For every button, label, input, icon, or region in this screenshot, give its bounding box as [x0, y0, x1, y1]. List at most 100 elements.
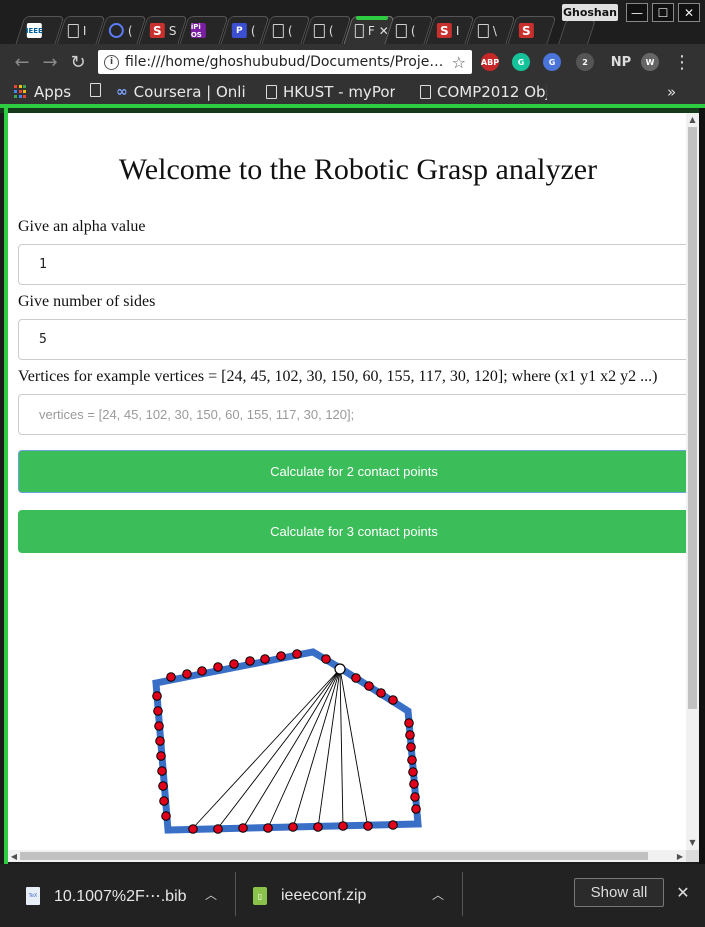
scroll-right-arrow-icon[interactable]: ▶: [674, 850, 686, 862]
horizontal-scroll-thumb[interactable]: [20, 852, 648, 860]
contact-point: [406, 742, 416, 752]
bookmark-coursera[interactable]: ∞ Coursera | Onlin: [116, 83, 246, 101]
contact-point: [409, 779, 419, 789]
bookmark-star-icon[interactable]: ☆: [452, 53, 472, 72]
contact-point: [363, 821, 373, 831]
grasp-line: [192, 668, 341, 829]
bookmark-comp2012[interactable]: COMP2012 Obje: [420, 83, 547, 101]
grasp-apex-point: [334, 663, 346, 675]
bookmark-label: Coursera | Onlin: [133, 83, 246, 101]
download-item-bib[interactable]: TeX 10.1007%2F⋯.bib: [26, 876, 187, 916]
tab-title: (: [410, 23, 416, 38]
vertical-scrollbar[interactable]: ▲ ▼: [686, 113, 699, 850]
round-logo-icon: [108, 23, 124, 38]
contact-point: [405, 730, 415, 740]
scroll-up-arrow-icon[interactable]: ▲: [686, 113, 699, 125]
grammarly-extension-icon[interactable]: G: [512, 53, 530, 71]
contact-point: [292, 649, 302, 659]
ieee-icon: IEEE: [26, 23, 43, 38]
browser-menu-icon[interactable]: ⋮: [672, 52, 692, 73]
close-shelf-icon[interactable]: ✕: [674, 882, 692, 902]
download-separator: [235, 872, 236, 916]
forward-arrow-icon[interactable]: →: [40, 52, 60, 73]
scroll-left-arrow-icon[interactable]: ◀: [8, 850, 20, 862]
download-filename: ieeeconf.zip: [281, 887, 367, 904]
apps-grid-icon: [14, 85, 28, 99]
contact-point: [159, 796, 169, 806]
address-bar[interactable]: i file:///home/ghoshububud/Documents/Pro…: [98, 50, 472, 74]
document-icon: [313, 23, 325, 38]
bookmark-label: COMP2012 Obje: [437, 83, 547, 101]
minimize-button[interactable]: —: [626, 3, 648, 22]
document-icon: [420, 85, 431, 99]
browser-toolbar: ← → ↻ i file:///home/ghoshububud/Documen…: [0, 44, 705, 80]
document-icon: [67, 23, 79, 38]
contact-point: [408, 767, 418, 777]
bookmark-untitled[interactable]: [90, 83, 101, 97]
download-item-zip[interactable]: ▯ ieeeconf.zip: [253, 876, 366, 916]
contact-point: [197, 666, 207, 676]
site-info-icon[interactable]: i: [104, 54, 119, 70]
contact-point: [157, 766, 167, 776]
url-text[interactable]: file:///home/ghoshububud/Documents/Proje…: [125, 54, 446, 70]
tab-title: S: [168, 23, 177, 38]
ipados-icon: iPi OS: [190, 23, 206, 39]
contact-point: [407, 755, 417, 765]
contact-point: [411, 804, 421, 814]
show-all-downloads-button[interactable]: Show all: [574, 878, 664, 907]
scroll-down-arrow-icon[interactable]: ▼: [686, 836, 699, 848]
contact-point: [376, 688, 386, 698]
chevron-up-icon[interactable]: ︿: [432, 886, 444, 903]
contact-point: [152, 691, 162, 701]
download-filename: 10.1007%2F⋯.bib: [54, 888, 187, 905]
title-bar: IEEE I(S SiPi OS P(((F ✕(S I \ S Ghoshan — ☐ ✕: [0, 0, 705, 44]
grasp-line: [339, 668, 344, 829]
contact-point: [154, 721, 164, 731]
translate-extension-icon[interactable]: G: [543, 53, 561, 71]
contact-point: [213, 824, 223, 834]
new-tab-button[interactable]: [558, 20, 596, 44]
tab-title: I: [455, 23, 460, 38]
reload-icon[interactable]: ↻: [68, 52, 88, 73]
contact-point: [158, 781, 168, 791]
contact-point: [338, 821, 348, 831]
scrollbar-corner: [686, 850, 699, 862]
contact-point: [388, 820, 398, 830]
chevron-up-icon[interactable]: ︿: [205, 886, 217, 903]
object-polygon: [152, 648, 422, 834]
maximize-button[interactable]: ☐: [652, 3, 674, 22]
np-extension-icon[interactable]: NP: [609, 53, 633, 71]
contact-point: [260, 654, 270, 664]
contact-point: [156, 751, 166, 761]
wappalyzer-extension-icon[interactable]: W: [641, 53, 659, 71]
bookmark-apps[interactable]: Apps: [14, 83, 71, 101]
close-window-button[interactable]: ✕: [678, 3, 700, 22]
back-arrow-icon[interactable]: ←: [12, 52, 32, 73]
contact-point: [364, 681, 374, 691]
contact-point: [161, 811, 171, 821]
contact-point: [313, 822, 323, 832]
spy-extension-icon[interactable]: 2: [576, 53, 594, 71]
tab-title: I: [82, 23, 87, 38]
scribd-icon: S: [436, 23, 452, 38]
zip-file-icon: ▯: [253, 887, 267, 905]
bookmark-hkust[interactable]: HKUST - myPor: [266, 83, 395, 101]
page-viewport: Welcome to the Robotic Grasp analyzer Gi…: [8, 113, 686, 850]
contact-point: [263, 823, 273, 833]
abp-extension-icon[interactable]: ABP: [481, 53, 499, 71]
tab-title: (: [127, 23, 133, 38]
profile-button[interactable]: Ghoshan: [562, 4, 618, 21]
active-tab-indicator: [356, 16, 388, 20]
tab-title: (: [250, 23, 256, 38]
contact-point: [288, 822, 298, 832]
contact-point: [213, 662, 223, 672]
bookmarks-overflow-chevron-icon[interactable]: »: [667, 83, 676, 101]
bookmarks-bar: Apps ∞ Coursera | Onlin HKUST - myPor CO…: [0, 80, 705, 104]
tab-title: \: [492, 23, 497, 38]
horizontal-scrollbar[interactable]: ◀ ▶: [8, 850, 686, 862]
coursera-icon: ∞: [116, 84, 128, 100]
browser-tab[interactable]: S: [507, 16, 557, 44]
scribd-icon: S: [518, 23, 534, 38]
vertical-scroll-thumb[interactable]: [688, 127, 697, 709]
contact-point: [238, 823, 248, 833]
